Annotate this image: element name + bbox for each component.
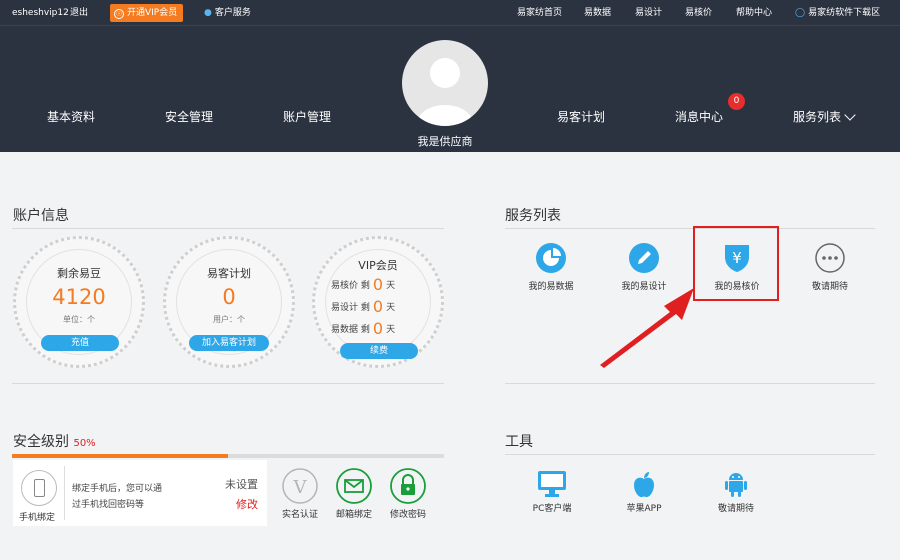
open-vip-button[interactable]: ☉ 开通VIP会员 [110,4,184,22]
beans-value: 4120 [52,285,106,309]
tool-apple-app[interactable]: 苹果APP [609,470,679,514]
security-item-label: 实名认证 [281,510,318,520]
beans-title: 剩余易豆 [57,267,101,280]
phone-desc-line2: 过手机找回密码等 [72,500,145,510]
role-label: 我是供应商 [417,135,473,148]
divider [64,466,65,520]
top-link-pricing[interactable]: 易核价 [685,0,712,26]
email-binding[interactable]: 邮箱绑定 [329,468,379,520]
phone-binding-label: 手机绑定 [19,513,56,523]
top-link-design[interactable]: 易设计 [635,0,662,26]
vip-card: VIP会员 易核价 剩0天 易设计 剩0天 易数据 剩0天 续费 [312,236,444,368]
tool-label: 苹果APP [626,504,662,514]
tool-label: 敬请期待 [717,504,754,514]
lock-icon [390,468,426,504]
plan-title: 易客计划 [207,267,251,280]
person-icon [416,58,474,126]
tool-pc-client[interactable]: PC客户端 [517,470,587,514]
monitor-icon [538,471,566,497]
security-item-label: 邮箱绑定 [335,510,372,520]
divider [12,383,444,384]
data-chart-icon [536,243,566,273]
security-section-title: 安全级别 50% [13,434,96,450]
customer-service-link[interactable]: ● 客户服务 [204,0,251,26]
plan-unit: 用户：个 [213,315,245,324]
phone-desc-line1: 绑定手机后，您可以通 [72,484,163,494]
recharge-button[interactable]: 充值 [41,335,119,351]
vip-row-data: 易数据 剩0天 [331,319,396,338]
message-count-badge: 0 [728,93,745,110]
top-link-home[interactable]: 易家纺首页 [517,0,562,26]
username: esheshvip12 [12,8,69,18]
vip-icon: ☉ [114,9,124,19]
divider [505,383,875,384]
vip-row-design: 易设计 剩0天 [331,297,396,316]
nav-messages[interactable]: 消息中心 [675,108,723,125]
mail-icon [336,468,372,504]
phone-binding-card: 手机绑定 绑定手机后，您可以通 过手机找回密码等 未设置 修改 [13,460,267,526]
change-password[interactable]: 修改密码 [383,468,433,520]
nav-account[interactable]: 账户管理 [283,108,331,125]
apple-icon [634,472,654,498]
account-section-title: 账户信息 [13,208,69,224]
service-label: 敬请期待 [811,282,848,292]
nav-services[interactable]: 服务列表 [793,108,841,125]
divider [12,228,444,229]
red-arrow-annotation [600,288,694,368]
service-my-data[interactable]: 我的易数据 [511,243,591,292]
plan-card: 易客计划 0 用户：个 加入易客计划 [163,236,295,368]
phone-modify-link[interactable]: 修改 [236,496,258,512]
security-level: 50% [73,438,96,449]
avatar[interactable] [402,40,488,126]
service-coming-soon[interactable]: 敬请期待 [790,243,870,292]
nav-basic-info[interactable]: 基本资料 [47,108,95,125]
phone-status: 未设置 [225,478,258,491]
tool-android-coming[interactable]: 敬请期待 [701,470,771,514]
android-icon [725,473,747,497]
vip-title: VIP会员 [358,259,398,272]
download-link[interactable]: ◯ 易家纺软件下载区 [795,0,880,26]
beans-card: 剩余易豆 4120 单位：个 充值 [13,236,145,368]
service-label: 我的易数据 [528,282,574,292]
services-section-title: 服务列表 [505,208,561,224]
join-plan-button[interactable]: 加入易客计划 [189,335,269,351]
tool-label: PC客户端 [532,504,572,514]
security-item-label: 修改密码 [389,510,426,520]
pencil-icon [629,243,659,273]
user-icon: ● [204,8,212,18]
security-progress-bar [12,454,444,458]
phone-icon [21,470,57,506]
nav-security[interactable]: 安全管理 [165,108,213,125]
nav-plan[interactable]: 易客计划 [557,108,605,125]
beans-unit: 单位：个 [63,315,95,324]
more-icon [815,243,845,273]
divider [505,454,875,455]
download-icon: ◯ [795,8,806,18]
svg-text:V: V [293,477,308,498]
plan-value: 0 [222,285,236,309]
tools-section-title: 工具 [505,434,533,450]
security-progress-fill [12,454,228,458]
vip-row-pricing: 易核价 剩0天 [331,275,396,294]
top-bar: esheshvip12 退出 ☉ 开通VIP会员 ● 客户服务 易家纺首页 易数据 … [0,0,900,26]
v-verify-icon: V [282,468,318,504]
divider [505,228,875,229]
real-name-auth[interactable]: V 实名认证 [275,468,325,520]
logout-link[interactable]: 退出 [70,0,88,26]
top-link-data[interactable]: 易数据 [584,0,611,26]
top-link-help[interactable]: 帮助中心 [736,0,772,26]
renew-button[interactable]: 续费 [340,343,418,359]
